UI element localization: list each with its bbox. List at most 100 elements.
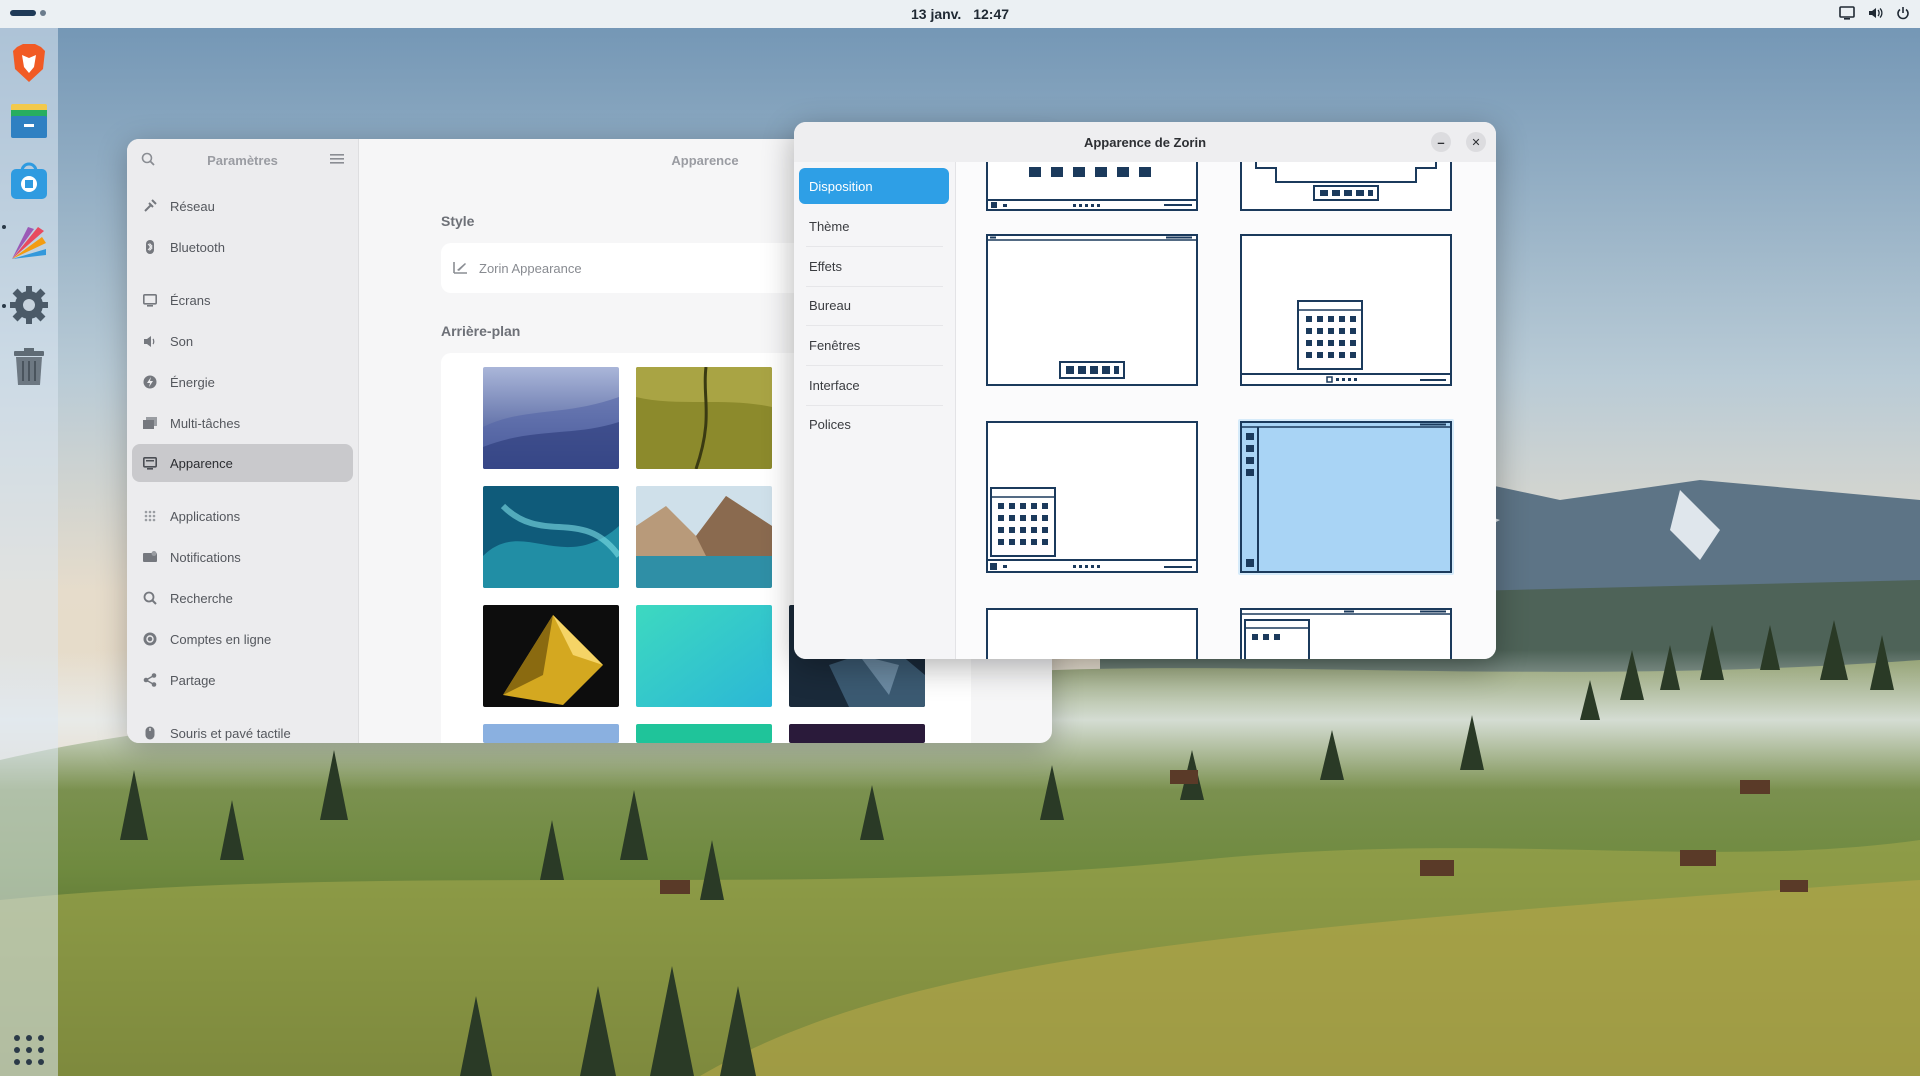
tab-fenetres[interactable]: Fenêtres: [799, 327, 949, 363]
tab-interface[interactable]: Interface: [799, 367, 949, 403]
tab-label: Bureau: [809, 297, 851, 313]
minimize-icon: –: [1437, 134, 1445, 150]
hamburger-menu-icon[interactable]: [330, 152, 344, 170]
appearance-icon: [142, 455, 158, 471]
sidebar-item-energie[interactable]: Énergie: [132, 363, 353, 401]
search-icon: [142, 590, 158, 606]
running-indicator: [2, 304, 6, 308]
multitask-icon: [142, 415, 158, 431]
sidebar-item-notifications[interactable]: Notifications: [132, 538, 353, 576]
sidebar-item-son[interactable]: Son: [132, 322, 353, 360]
sidebar-item-ecrans[interactable]: Écrans: [132, 281, 353, 319]
settings-sidebar: Paramètres Réseau Bluetooth Écrans Son É…: [127, 139, 359, 743]
tab-label: Disposition: [809, 178, 873, 194]
sidebar-item-partage[interactable]: Partage: [132, 661, 353, 699]
tab-label: Polices: [809, 416, 851, 432]
power-icon[interactable]: [1894, 4, 1912, 22]
wallpaper-thumbnail[interactable]: [483, 486, 619, 588]
mouse-icon: [142, 725, 158, 741]
wallpaper-thumbnail[interactable]: [483, 724, 619, 743]
sidebar-item-souris[interactable]: Souris et pavé tactile: [132, 714, 353, 743]
tab-disposition[interactable]: Disposition: [799, 168, 949, 204]
wallpaper-thumbnail[interactable]: [789, 724, 925, 743]
zorin-appearance-window: Apparence de Zorin – ✕ Disposition Thème…: [794, 122, 1496, 659]
tab-polices[interactable]: Polices: [799, 406, 949, 442]
tab-label: Interface: [809, 377, 860, 393]
zorin-sidebar: Disposition Thème Effets Bureau Fenêtres…: [794, 162, 956, 659]
tab-theme[interactable]: Thème: [799, 208, 949, 244]
wallpaper-thumbnail[interactable]: [483, 605, 619, 707]
layout-option-top-dock[interactable]: [986, 162, 1198, 212]
settings-gear-icon[interactable]: [8, 284, 50, 326]
window-titlebar[interactable]: Apparence de Zorin: [794, 122, 1496, 162]
sidebar-item-label: Comptes en ligne: [170, 631, 272, 647]
brave-browser-icon[interactable]: [8, 42, 50, 84]
tab-effets[interactable]: Effets: [799, 248, 949, 284]
sidebar-item-label: Énergie: [170, 374, 215, 390]
sidebar-item-recherche[interactable]: Recherche: [132, 579, 353, 617]
minimize-button[interactable]: –: [1431, 132, 1451, 152]
sidebar-item-label: Réseau: [170, 198, 215, 214]
layout-option-windows-classic[interactable]: [986, 421, 1198, 573]
top-bar: 13 janv. 12:47: [0, 0, 1920, 28]
network-icon: [142, 198, 158, 214]
system-tray[interactable]: [1838, 4, 1912, 22]
divider: [806, 325, 943, 326]
sidebar-item-label: Son: [170, 333, 194, 349]
style-section-title: Style: [441, 213, 475, 229]
sidebar-item-applications[interactable]: Applications: [132, 497, 353, 535]
tab-bureau[interactable]: Bureau: [799, 287, 949, 323]
activities-indicator[interactable]: [10, 10, 46, 16]
volume-icon[interactable]: [1866, 4, 1884, 22]
accounts-icon: [142, 631, 158, 647]
search-icon[interactable]: [141, 152, 155, 171]
tab-label: Effets: [809, 258, 843, 274]
wallpaper-thumbnail[interactable]: [483, 367, 619, 469]
layout-option-more-2[interactable]: [1240, 608, 1452, 659]
clock-time: 12:47: [973, 6, 1010, 22]
sidebar-item-label: Applications: [170, 508, 241, 524]
layout-option-bottom-panel-centered-menu[interactable]: [1240, 234, 1452, 386]
wallpaper-thumbnail[interactable]: [636, 486, 772, 588]
layout-option-bottom-floating-dock[interactable]: [1240, 162, 1452, 212]
tab-label: Fenêtres: [809, 337, 861, 353]
screen-icon[interactable]: [1838, 4, 1856, 22]
sidebar-item-comptes-en-ligne[interactable]: Comptes en ligne: [132, 620, 353, 658]
layout-option-more-1[interactable]: [986, 608, 1198, 659]
show-apps-grid-icon[interactable]: [13, 1034, 45, 1066]
sidebar-item-reseau[interactable]: Réseau: [132, 187, 353, 225]
trash-icon[interactable]: [8, 346, 50, 388]
sidebar-item-label: Partage: [170, 672, 216, 688]
divider: [806, 365, 943, 366]
display-icon: [142, 292, 158, 308]
dock: [0, 28, 58, 1076]
wallpaper-thumbnail[interactable]: [636, 605, 772, 707]
files-icon[interactable]: [8, 100, 50, 142]
sidebar-item-apparence[interactable]: Apparence: [132, 444, 353, 482]
sidebar-item-label: Bluetooth: [170, 239, 225, 255]
sidebar-item-label: Recherche: [170, 590, 233, 606]
sidebar-item-multitaches[interactable]: Multi-tâches: [132, 404, 353, 442]
tab-label: Thème: [809, 218, 850, 234]
share-icon: [142, 672, 158, 688]
close-icon: ✕: [1471, 136, 1481, 149]
brush-icon: [453, 260, 469, 277]
layout-option-left-panel-selected[interactable]: [1238, 419, 1454, 575]
software-store-icon[interactable]: [8, 160, 50, 202]
close-button[interactable]: ✕: [1466, 132, 1486, 152]
sidebar-item-label: Écrans: [170, 292, 211, 308]
clock-date: 13 janv.: [910, 6, 962, 22]
sidebar-item-bluetooth[interactable]: Bluetooth: [132, 228, 353, 266]
sidebar-item-label: Apparence: [170, 455, 233, 471]
layout-option-bottom-dock-centered[interactable]: [986, 234, 1198, 386]
zorin-appearance-label: Zorin Appearance: [479, 260, 582, 276]
wallpaper-thumbnail[interactable]: [636, 367, 772, 469]
clock[interactable]: 13 janv. 12:47: [907, 6, 1013, 22]
layout-options: [956, 162, 1496, 659]
power-icon: [142, 374, 158, 390]
sidebar-item-label: Multi-tâches: [170, 415, 241, 431]
paint-app-icon[interactable]: [8, 222, 50, 264]
window-title: Apparence de Zorin: [1083, 134, 1207, 150]
wallpaper-thumbnail[interactable]: [636, 724, 772, 743]
settings-title: Paramètres: [207, 152, 278, 168]
